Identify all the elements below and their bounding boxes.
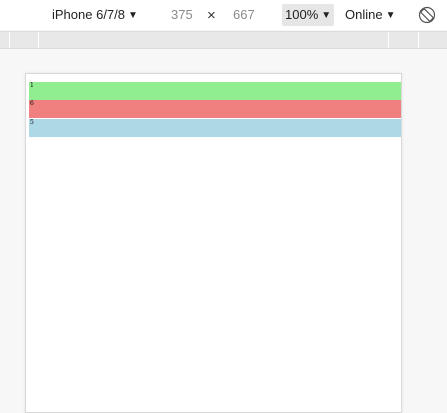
chevron-down-icon: ▼ [321,10,332,21]
device-select[interactable]: iPhone 6/7/8 ▼ [52,7,138,23]
blue-block: 5 [29,119,401,137]
block-label: 6 [30,100,34,107]
green-block: 1 [29,82,401,100]
dimension-separator-icon: × [207,7,216,24]
ruler-tick [38,32,39,48]
ruler-tick [418,32,419,48]
block-label: 1 [30,82,34,89]
width-input[interactable]: 375 [171,7,193,23]
network-throttle-select[interactable]: Online ▼ [345,7,395,23]
zoom-value: 100% [285,7,319,22]
ruler-tick [388,32,389,48]
chevron-down-icon: ▼ [385,10,396,21]
rotate-icon[interactable] [418,6,436,24]
media-query-ruler[interactable] [0,31,447,49]
ruler-tick [9,32,10,48]
block-label: 5 [30,119,34,126]
network-value: Online [345,7,383,22]
zoom-select[interactable]: 100% ▼ [282,4,335,26]
red-block: 6 [29,100,401,118]
height-input[interactable]: 667 [233,7,255,23]
device-name: iPhone 6/7/8 [52,7,126,22]
device-toolbar: iPhone 6/7/8 ▼ 375 × 667 100% ▼ Online ▼ [0,0,447,30]
device-viewport: 1 6 5 [25,73,402,413]
chevron-down-icon: ▼ [128,10,138,21]
